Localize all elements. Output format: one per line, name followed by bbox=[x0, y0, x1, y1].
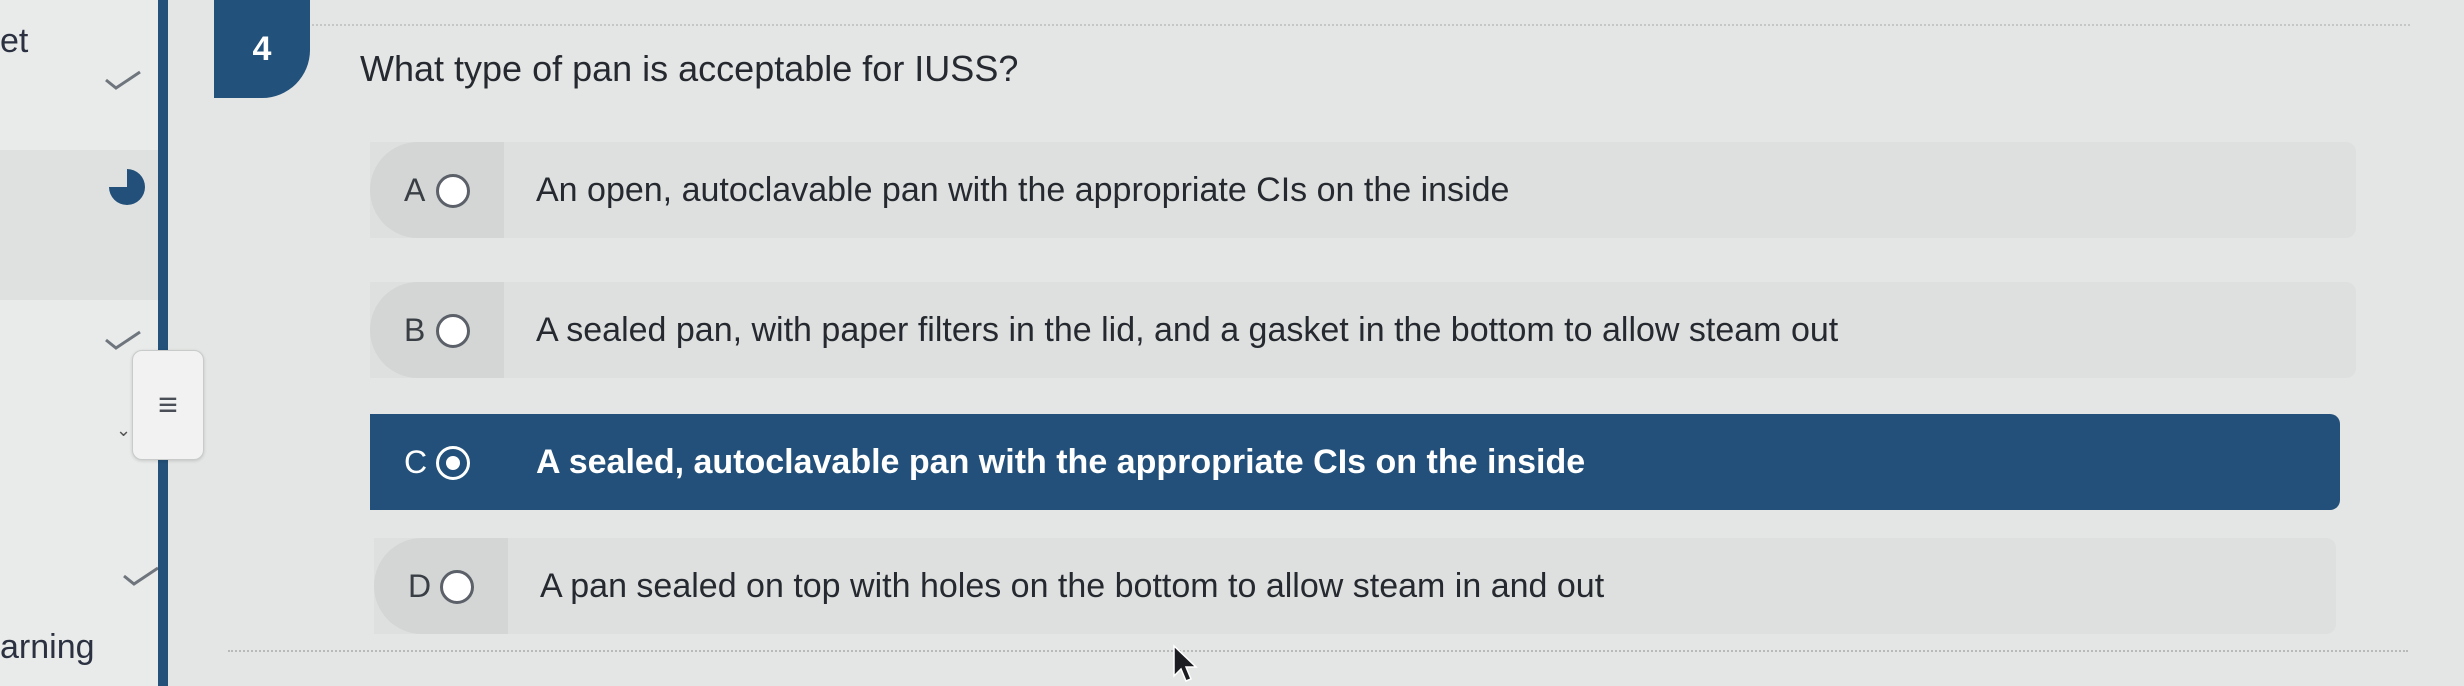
answer-option-c[interactable]: C A sealed, autoclavable pan with the ap… bbox=[370, 414, 2340, 510]
radio-button[interactable] bbox=[436, 314, 470, 348]
check-icon bbox=[105, 70, 141, 90]
menu-toggle-button[interactable]: ≡ bbox=[132, 350, 204, 460]
option-letter: D bbox=[408, 568, 432, 604]
check-icon bbox=[123, 566, 159, 586]
divider bbox=[300, 24, 2410, 26]
radio-button-selected[interactable] bbox=[436, 446, 470, 480]
question-text: What type of pan is acceptable for IUSS? bbox=[360, 48, 1019, 89]
option-letter: B bbox=[404, 312, 426, 348]
option-letter: C bbox=[404, 444, 428, 480]
mouse-cursor-icon bbox=[1173, 644, 1198, 682]
check-icon bbox=[105, 330, 141, 350]
answer-option-d[interactable]: D A pan sealed on top with holes on the … bbox=[374, 538, 2336, 634]
answer-option-b[interactable]: B A sealed pan, with paper filters in th… bbox=[370, 282, 2356, 378]
hamburger-menu-icon: ≡ bbox=[158, 386, 178, 424]
progress-icon bbox=[109, 169, 145, 205]
option-letter: A bbox=[404, 172, 426, 208]
radio-button[interactable] bbox=[440, 570, 474, 604]
option-text: A sealed, autoclavable pan with the appr… bbox=[536, 443, 1586, 481]
divider bbox=[228, 650, 2408, 652]
question-number-badge: 4 bbox=[214, 0, 310, 98]
radio-button[interactable] bbox=[436, 174, 470, 208]
option-text: A pan sealed on top with holes on the bo… bbox=[540, 567, 1605, 605]
sidebar-top-text: et bbox=[0, 22, 29, 60]
chevron-down-icon: ⌄ bbox=[116, 420, 132, 440]
option-text: A sealed pan, with paper filters in the … bbox=[536, 311, 1839, 349]
sidebar-divider bbox=[158, 0, 168, 686]
sidebar-bottom-text: arning bbox=[0, 628, 95, 666]
option-text: An open, autoclavable pan with the appro… bbox=[536, 171, 1510, 209]
answer-option-a[interactable]: A An open, autoclavable pan with the app… bbox=[370, 142, 2356, 238]
